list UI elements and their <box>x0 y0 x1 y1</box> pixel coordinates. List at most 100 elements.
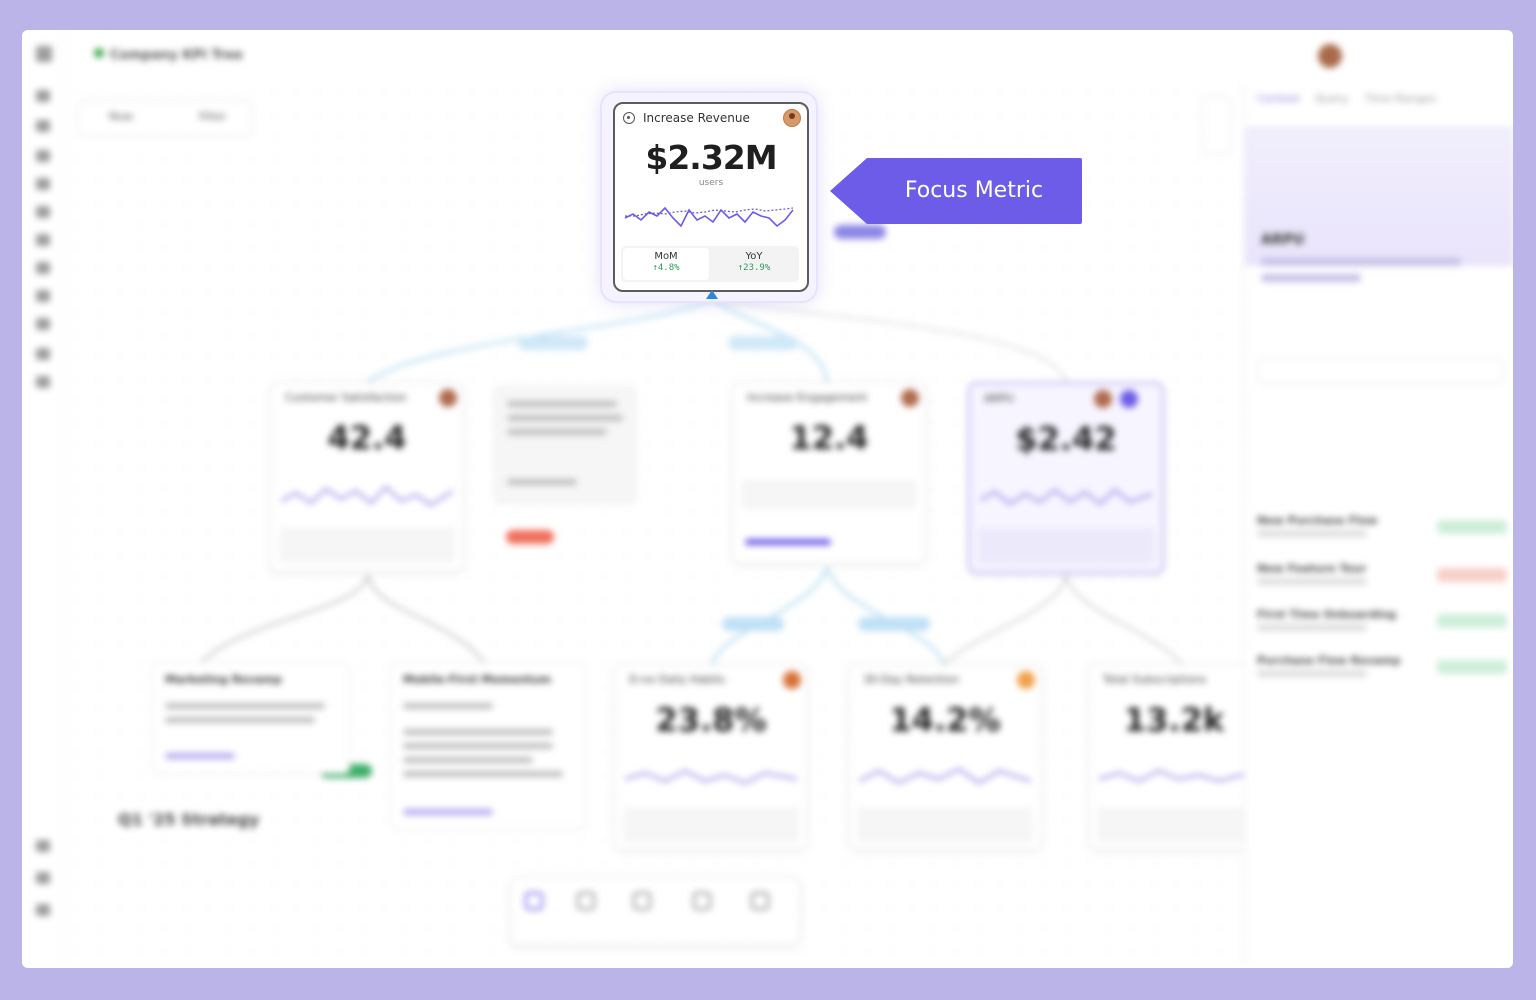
card-title: Total Subscriptions <box>1103 673 1207 686</box>
experiment-row[interactable]: New Purchase Flow <box>1257 514 1507 554</box>
note-tool-icon[interactable] <box>693 892 711 910</box>
card-title: D-no Daily Habits <box>629 673 726 686</box>
mom-cell: MoM ↑4.8% <box>623 248 709 280</box>
experiment-meta <box>1257 530 1367 537</box>
avatar <box>439 389 457 407</box>
experiment-name: First Time Onboarding <box>1257 608 1397 621</box>
experiment-delta <box>1437 614 1507 628</box>
experiment-meta <box>1257 624 1367 631</box>
bottom-dock <box>510 877 800 945</box>
avatar <box>901 389 919 407</box>
panel-metric-title: ARPU <box>1261 232 1305 248</box>
card-value: 14.2% <box>889 701 1001 739</box>
focus-metric-callout: Focus Metric <box>830 158 1082 224</box>
card-title: Customer Satisfaction <box>285 391 407 404</box>
yoy-label: YoY <box>745 251 763 262</box>
right-panel: Context Query Time Ranges ARPU New Purch… <box>1244 82 1513 968</box>
connector-handle[interactable] <box>706 290 718 299</box>
experiment-row[interactable]: New Feature Tour <box>1257 562 1507 602</box>
yoy-cell: YoY ↑23.9% <box>711 248 797 280</box>
yoy-value: ↑23.9% <box>737 263 771 273</box>
avatar <box>783 671 801 689</box>
edge-label <box>834 225 886 239</box>
metric-unit: users <box>698 178 724 188</box>
comparison-footer: MoM ↑4.8% YoY ↑23.9% <box>621 246 799 282</box>
panel-line <box>1261 258 1461 266</box>
mom-value: ↑4.8% <box>652 263 680 273</box>
note-line <box>403 743 553 749</box>
note-link[interactable] <box>165 753 235 759</box>
card-footer <box>623 807 799 843</box>
sparkline <box>624 206 794 228</box>
user-avatar[interactable] <box>1318 44 1342 68</box>
experiment-name: New Feature Tour <box>1257 562 1367 575</box>
metric-value: $2.32M <box>645 138 777 177</box>
avatar <box>1094 390 1112 408</box>
metric-tool-icon[interactable] <box>577 892 595 910</box>
card-title: Increase Revenue <box>643 111 750 125</box>
card-footer <box>978 528 1154 564</box>
strategy-tool-icon[interactable] <box>633 892 651 910</box>
note-link[interactable] <box>403 809 493 815</box>
card-value: 23.8% <box>655 701 767 739</box>
callout-arrow <box>830 158 867 224</box>
note-line <box>507 479 577 485</box>
sticky-note[interactable] <box>494 386 636 504</box>
tab-time-ranges[interactable]: Time Ranges <box>1365 92 1436 105</box>
card-footer <box>279 527 455 563</box>
tab-query[interactable]: Query <box>1315 92 1348 105</box>
experiment-meta <box>1257 670 1367 677</box>
note-title: Mobile-First Momentum <box>403 673 552 686</box>
metric-card[interactable]: Increase Engagement 12.4 <box>732 382 926 564</box>
panel-line <box>1261 274 1361 282</box>
note-line <box>165 717 315 723</box>
metric-card[interactable]: 30-Day Retention 14.2% <box>848 664 1042 850</box>
callout-text: Focus Metric <box>904 178 1044 203</box>
tab-context[interactable]: Context <box>1257 92 1300 105</box>
text-tool-icon[interactable] <box>751 892 769 910</box>
edge-label <box>858 617 930 631</box>
card-value: $2.42 <box>1015 420 1117 458</box>
metric-card[interactable]: D-no Daily Habits 23.8% <box>614 664 808 850</box>
metric-card[interactable]: Total Subscriptions 13.2k <box>1088 664 1260 850</box>
experiment-row[interactable]: First Time Onboarding <box>1257 608 1507 648</box>
edge-label <box>722 617 784 631</box>
strategy-note[interactable]: Mobile-First Momentum <box>390 662 586 830</box>
card-value: 12.4 <box>789 419 869 457</box>
metric-card[interactable]: ARPU $2.42 <box>968 382 1164 574</box>
note-line <box>165 703 325 709</box>
experiment-name: New Purchase Flow <box>1257 514 1378 527</box>
card-title: 30-Day Retention <box>863 673 960 686</box>
card-title: Increase Engagement <box>747 391 868 404</box>
experiment-delta <box>1437 568 1507 582</box>
owner-avatar[interactable] <box>783 109 801 127</box>
select-tool-icon[interactable] <box>525 892 543 910</box>
experiment-meta <box>1257 578 1367 585</box>
note-title: Marketing Revamp <box>165 673 282 686</box>
note-line <box>403 757 533 763</box>
metric-card[interactable]: Customer Satisfaction 42.4 <box>270 382 464 572</box>
card-title: ARPU <box>984 392 1014 405</box>
experiment-search-input[interactable] <box>1257 358 1503 384</box>
experiment-row[interactable]: Purchase Flow Revamp <box>1257 654 1507 694</box>
strategy-label: Q1 '25 Strategy <box>118 810 260 829</box>
focus-metric-card[interactable]: Increase Revenue $2.32M users MoM ↑4.8% … <box>613 102 809 292</box>
note-line <box>507 415 623 421</box>
app-window: Company KPI Tree Now Filter Customer Sat… <box>22 30 1513 968</box>
edge-label <box>506 530 554 544</box>
strategy-note[interactable]: Marketing Revamp <box>152 662 350 774</box>
note-line <box>403 729 553 735</box>
experiment-name: Purchase Flow Revamp <box>1257 654 1401 667</box>
note-line <box>507 401 617 407</box>
note-line <box>403 771 563 777</box>
card-value: 42.4 <box>327 419 407 457</box>
target-icon <box>623 112 635 124</box>
experiment-delta <box>1437 660 1507 674</box>
sparkline <box>625 769 797 785</box>
card-value: 13.2k <box>1123 701 1225 739</box>
zoom-controls[interactable] <box>1202 96 1232 154</box>
experiment-delta <box>1437 520 1507 534</box>
edge-label <box>728 336 798 350</box>
avatar <box>1017 671 1035 689</box>
card-footer <box>1097 807 1251 843</box>
